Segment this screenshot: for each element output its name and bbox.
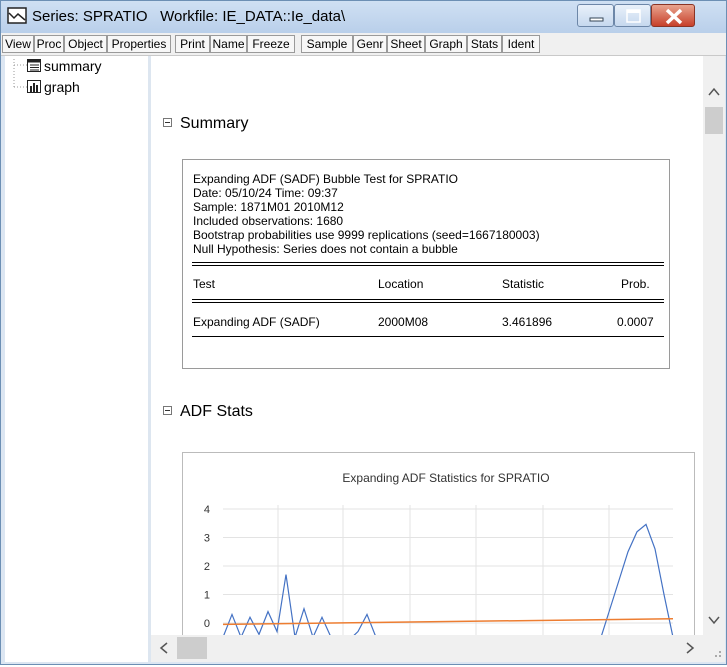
name-button[interactable]: Name <box>210 35 247 53</box>
view-button[interactable]: View <box>2 35 34 53</box>
column-header: Statistic <box>502 277 545 291</box>
horizontal-scroll-thumb[interactable] <box>177 637 207 659</box>
ident-button[interactable]: Ident <box>502 35 540 53</box>
title-bar[interactable]: Series: SPRATIO Workfile: IE_DATA::Ie_da… <box>1 1 726 33</box>
tree-item-graph[interactable]: graph <box>27 77 147 97</box>
table-cell: 2000M08 <box>378 315 429 329</box>
output-tree: summary graph <box>5 56 149 662</box>
divider <box>192 336 664 337</box>
genr-button[interactable]: Genr <box>353 35 387 53</box>
minimize-icon <box>589 17 604 22</box>
table-cell: 0.0007 <box>617 315 654 329</box>
vertical-scrollbar[interactable] <box>703 56 725 635</box>
column-header: Prob. <box>621 277 650 291</box>
adf-stats-section-header[interactable]: ADF Stats <box>163 403 253 421</box>
table-cell: 3.461896 <box>502 315 553 329</box>
series-graph-icon <box>7 7 27 24</box>
toolbar: View Proc Object Properties Print Name F… <box>1 33 726 56</box>
chart-svg: 0 1 2 3 4 Expanding ADF Statistics for SPRATI… <box>204 471 674 635</box>
divider <box>192 302 664 303</box>
summary-section-header[interactable]: Summary <box>163 115 248 133</box>
series-line-adf <box>223 523 674 635</box>
object-button[interactable]: Object <box>64 35 107 53</box>
close-button[interactable] <box>651 4 695 27</box>
summary-line: Expanding ADF (SADF) Bubble Test for SPR… <box>193 172 458 186</box>
bar-graph-icon <box>27 80 41 93</box>
summary-line: Null Hypothesis: Series does not contain… <box>193 242 458 256</box>
table-icon <box>27 59 41 72</box>
close-icon <box>665 8 683 25</box>
output-content: Summary Expanding ADF (SADF) Bubble Test… <box>151 56 703 635</box>
vertical-scroll-thumb[interactable] <box>705 107 723 134</box>
column-header: Test <box>193 277 216 291</box>
summary-table: Expanding ADF (SADF) Bubble Test for SPR… <box>182 159 670 369</box>
summary-line: Date: 05/10/24 Time: 09:37 <box>193 186 338 200</box>
graph-button[interactable]: Graph <box>425 35 467 53</box>
y-tick-label: 3 <box>204 533 210 545</box>
series-window: Series: SPRATIO Workfile: IE_DATA::Ie_da… <box>0 0 727 665</box>
scroll-right-icon[interactable] <box>686 642 695 654</box>
summary-line: Sample: 1871M01 2010M12 <box>193 200 344 214</box>
vertical-scrollbar-graphic <box>705 87 723 625</box>
freeze-button[interactable]: Freeze <box>247 35 295 53</box>
adf-chart[interactable]: 0 1 2 3 4 Expanding ADF Statistics for SPRATI… <box>182 452 695 635</box>
divider <box>192 262 664 263</box>
sample-button[interactable]: Sample <box>301 35 353 53</box>
maximize-button[interactable] <box>614 4 651 27</box>
properties-button[interactable]: Properties <box>107 35 171 53</box>
scroll-up-icon[interactable] <box>708 87 720 96</box>
column-header: Location <box>378 277 424 291</box>
horizontal-scrollbar-graphic <box>159 637 695 659</box>
maximize-icon <box>626 9 641 23</box>
print-button[interactable]: Print <box>175 35 210 53</box>
summary-line: Bootstrap probabilities use 9999 replica… <box>193 228 540 242</box>
collapse-icon[interactable] <box>163 118 172 127</box>
divider <box>192 299 664 300</box>
divider <box>192 265 664 266</box>
minimize-button[interactable] <box>577 4 614 27</box>
y-tick-label: 0 <box>204 618 210 630</box>
scroll-down-icon[interactable] <box>708 616 720 625</box>
chart-title: Expanding ADF Statistics for SPRATIO <box>342 471 549 485</box>
table-cell: Expanding ADF (SADF) <box>193 315 320 329</box>
proc-button[interactable]: Proc <box>34 35 64 53</box>
tree-item-label: graph <box>44 79 80 95</box>
y-tick-label: 4 <box>204 504 210 516</box>
sheet-button[interactable]: Sheet <box>387 35 425 53</box>
size-grip-icon <box>715 651 721 657</box>
y-tick-label: 2 <box>204 561 210 573</box>
summary-line: Included observations: 1680 <box>193 214 344 228</box>
window-title: Series: SPRATIO Workfile: IE_DATA::Ie_da… <box>32 8 346 25</box>
horizontal-scrollbar[interactable] <box>151 635 703 662</box>
tree-item-summary[interactable]: summary <box>27 56 147 76</box>
scroll-left-icon[interactable] <box>159 642 168 654</box>
collapse-icon[interactable] <box>163 406 172 415</box>
y-tick-label: 1 <box>204 590 210 602</box>
size-grip[interactable] <box>703 635 725 662</box>
stats-button[interactable]: Stats <box>467 35 502 53</box>
tree-item-label: summary <box>44 58 102 74</box>
